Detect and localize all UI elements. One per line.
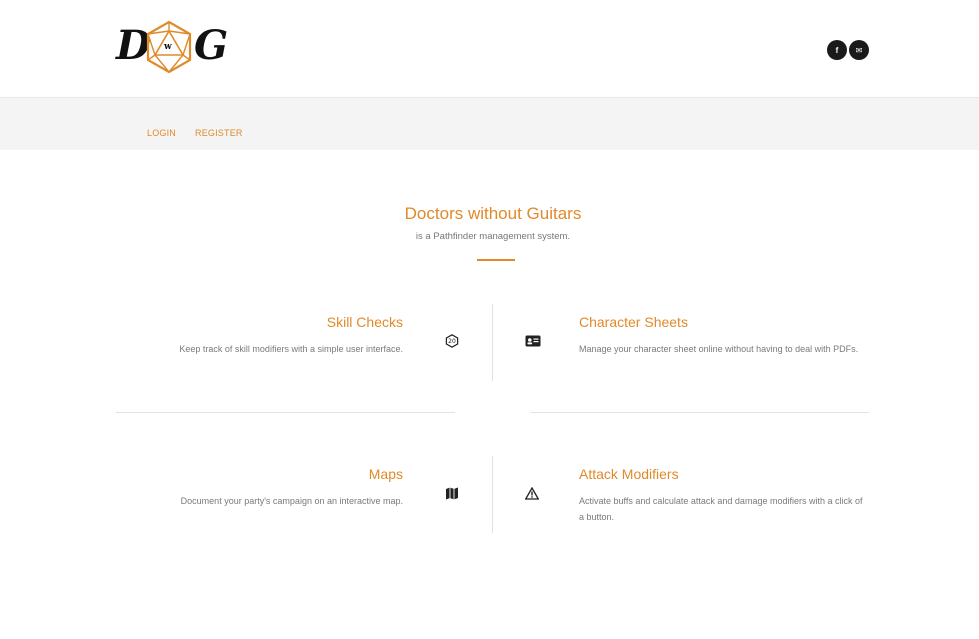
feature-description: Manage your character sheet online witho… (579, 344, 859, 354)
feature-description: Activate buffs and calculate attack and … (579, 496, 863, 522)
feature-description: Keep track of skill modifiers with a sim… (179, 344, 403, 354)
id-card-icon (525, 334, 541, 348)
feature-title: Skill Checks (326, 314, 403, 330)
column-divider-bottom (492, 456, 493, 533)
facebook-button[interactable]: f (827, 40, 847, 60)
feature-title: Attack Modifiers (579, 466, 679, 482)
logo-letter-right: G (194, 22, 229, 69)
feature-title: Maps (368, 466, 403, 482)
warning-icon (525, 486, 539, 500)
d20-icon: 20 (445, 334, 459, 348)
site-header: D w G f ✉ (0, 0, 979, 98)
column-divider-top (492, 304, 493, 381)
email-button[interactable]: ✉ (849, 40, 869, 60)
site-logo[interactable]: D w G (116, 20, 229, 76)
login-link[interactable]: LOGIN (147, 128, 176, 138)
feature-description: Document your party's campaign on an int… (180, 496, 403, 506)
row-divider-left (116, 412, 455, 413)
map-icon (445, 486, 459, 500)
facebook-icon: f (835, 45, 839, 55)
register-link[interactable]: REGISTER (195, 128, 243, 138)
svg-text:20: 20 (448, 338, 456, 345)
nav-bar: LOGIN REGISTER (0, 98, 979, 150)
page-title: Doctors without Guitars (404, 204, 582, 223)
row-divider-right (530, 412, 869, 413)
title-divider (477, 259, 515, 261)
feature-title: Character Sheets (579, 314, 688, 330)
email-icon: ✉ (855, 45, 863, 55)
logo-letter-center: w (164, 42, 172, 52)
page-subtitle: is a Pathfinder management system. (415, 231, 571, 242)
